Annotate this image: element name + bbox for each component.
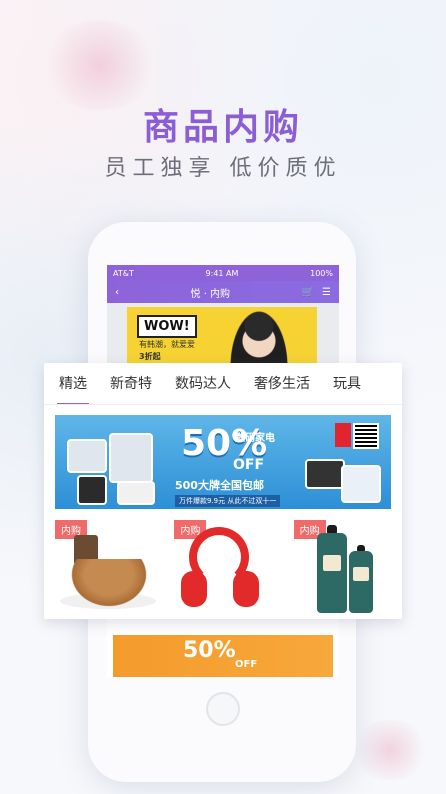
tab-novelty[interactable]: 新奇特 [110, 373, 152, 393]
shampoo-bottle-image [316, 533, 347, 613]
pecan-bowl-image [66, 559, 152, 611]
promo-fine-print: 万件爆款9.9元 从此不过双十一 [175, 495, 281, 507]
headphone-cup-right [233, 571, 260, 607]
product-item[interactable]: 内购 [283, 519, 402, 619]
hero-model-image [229, 309, 289, 367]
nav-bar: ‹ 悦 · 内购 🛒 ☰ [107, 281, 339, 303]
category-card: 精选 新奇特 数码达人 奢侈生活 玩具 50% 数码家电 OFF 500大牌全国… [44, 363, 402, 619]
tab-toys[interactable]: 玩具 [333, 373, 361, 393]
bottom-promo-percent: 50% [183, 638, 236, 663]
tab-luxury[interactable]: 奢侈生活 [254, 373, 310, 393]
list-icon[interactable]: ☰ [322, 287, 331, 298]
shampoo-bottle-small-image [348, 551, 373, 613]
hero-discount: 3折起 [139, 352, 161, 361]
decorative-dots [40, 20, 160, 110]
decorative-dots [350, 720, 430, 780]
promo-gadgets-image [59, 419, 169, 505]
page-subline: 员工独享 低价质优 [104, 156, 342, 181]
tab-digital[interactable]: 数码达人 [175, 373, 231, 393]
promo-products-image [295, 419, 385, 505]
bottom-promo-off: OFF [235, 659, 258, 670]
battery-label: 100% [310, 268, 333, 278]
product-item[interactable]: 内购 [44, 519, 163, 619]
bottom-promo-banner[interactable]: 50% OFF [113, 635, 333, 677]
headphone-cup-left [181, 571, 208, 607]
promo-category: 数码家电 [235, 433, 275, 444]
promo-red-tag [335, 423, 351, 447]
category-tabs: 精选 新奇特 数码达人 奢侈生活 玩具 [44, 363, 402, 405]
status-bar: AT&T 9:41 AM 100% [107, 265, 339, 281]
hero-banner[interactable]: WOW! 有韩潮，就爱爱 3折起 [127, 307, 317, 367]
home-button[interactable] [206, 692, 240, 726]
hero-headline: WOW! [137, 315, 197, 338]
hero-sub: 有韩潮，就爱爱 [139, 340, 195, 349]
bottle-label [322, 555, 341, 571]
chevron-left-icon[interactable]: ‹ [115, 287, 119, 298]
tab-featured[interactable]: 精选 [57, 373, 89, 405]
product-row: 内购 内购 内购 [44, 519, 402, 619]
nav-title: 悦 · 内购 [190, 288, 231, 300]
tab-divider [44, 404, 402, 405]
time-label: 9:41 AM [205, 268, 239, 278]
qr-code-icon [353, 423, 379, 449]
bottle-label [352, 567, 369, 581]
cart-icon[interactable]: 🛒 [302, 287, 314, 298]
promo-slogan: 500大牌全国包邮 [175, 479, 264, 492]
product-item[interactable]: 内购 [163, 519, 282, 619]
promo-off: OFF [233, 457, 265, 473]
carrier-label: AT&T [113, 268, 134, 278]
promo-banner[interactable]: 50% 数码家电 OFF 500大牌全国包邮 万件爆款9.9元 从此不过双十一 [55, 415, 391, 509]
page-headline: 商品内购 [142, 107, 303, 148]
